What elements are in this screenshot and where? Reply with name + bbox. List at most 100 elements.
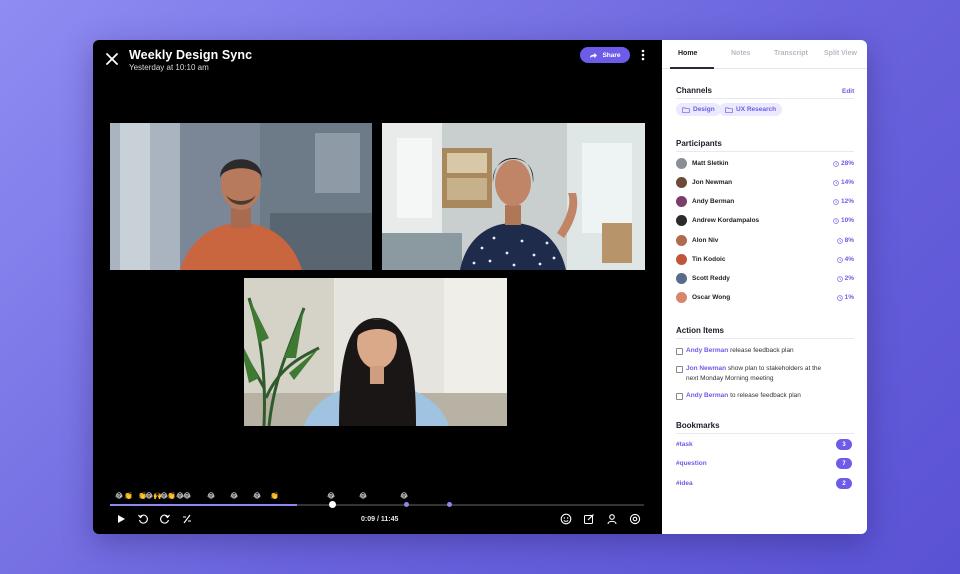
divider [676, 338, 854, 339]
clock-icon [833, 198, 839, 205]
meeting-title: Weekly Design Sync [129, 48, 253, 62]
channel-chip-design[interactable]: Design [676, 103, 721, 116]
timeline-playhead[interactable] [328, 501, 336, 508]
action-item: Jon Newman show plan to stakeholders at … [676, 364, 856, 386]
reaction-emoji[interactable]: 👏 [270, 493, 279, 501]
reaction-emoji[interactable]: 😂 [145, 493, 153, 501]
tab-notes[interactable]: Notes [731, 50, 750, 57]
participant-name: Matt Sletkin [692, 160, 729, 167]
bookmark-count-badge: 7 [836, 458, 852, 469]
talk-time-percent: 14% [833, 179, 854, 186]
video-tile-participant[interactable] [382, 123, 645, 270]
tab-transcript[interactable]: Transcript [774, 50, 808, 57]
assignee-link[interactable]: Andy Berman [686, 347, 728, 354]
action-item: Andy Berman to release feedback plan [676, 391, 856, 403]
talk-time-percent: 2% [836, 275, 854, 282]
bookmark-tag: #task [676, 441, 693, 448]
more-options-icon[interactable] [640, 48, 646, 62]
talk-time-percent: 1% [836, 294, 854, 301]
participant-name: Andy Berman [692, 198, 735, 205]
timeline-marker[interactable] [404, 502, 409, 507]
participant-row[interactable]: Matt Sletkin 28% [676, 158, 854, 170]
action-item-checkbox[interactable] [676, 348, 683, 355]
reaction-emoji[interactable]: 😂 [183, 493, 191, 501]
tab-home[interactable]: Home [678, 50, 697, 57]
participant-row[interactable]: Alon Niv 8% [676, 235, 854, 247]
action-description: to release feedback plan [728, 392, 801, 399]
avatar [676, 177, 687, 188]
video-panel[interactable]: Weekly Design Sync Yesterday at 10:10 am… [93, 40, 662, 534]
talk-time-percent: 4% [836, 256, 854, 263]
participant-video-image [110, 123, 372, 270]
avatar [676, 292, 687, 303]
bookmark-row[interactable]: #question 7 [676, 458, 854, 470]
bookmark-row[interactable]: #task 3 [676, 439, 854, 451]
assignee-link[interactable]: Jon Newman [686, 365, 726, 372]
reaction-emoji[interactable]: 😂 [253, 493, 261, 501]
percent-value: 10% [840, 217, 854, 224]
close-icon[interactable] [105, 52, 119, 66]
play-icon[interactable] [115, 513, 127, 525]
reaction-emoji[interactable]: 😂 [359, 493, 367, 501]
edit-channels-link[interactable]: Edit [842, 88, 854, 95]
participant-row[interactable]: Andy Berman 12% [676, 196, 854, 208]
share-icon [590, 52, 598, 58]
reaction-emoji[interactable]: 😂 [230, 493, 238, 501]
reaction-emoji[interactable]: 👏 [167, 493, 176, 501]
playback-speed-icon[interactable] [181, 513, 193, 525]
participant-name: Scott Reddy [692, 275, 730, 282]
settings-icon[interactable] [629, 513, 641, 525]
tab-split-view[interactable]: Split View [824, 50, 857, 57]
action-item: Andy Berman release feedback plan [676, 346, 856, 358]
time-readout: 0:09 / 11:45 [361, 516, 399, 523]
bookmark-count-badge: 3 [836, 439, 852, 450]
talk-time-percent: 12% [833, 198, 854, 205]
edit-note-icon[interactable] [583, 513, 595, 525]
action-item-checkbox[interactable] [676, 366, 683, 373]
action-item-checkbox[interactable] [676, 393, 683, 400]
participant-row[interactable]: Scott Reddy 2% [676, 273, 854, 285]
timeline-progress [110, 504, 297, 506]
assignee-link[interactable]: Andy Berman [686, 392, 728, 399]
percent-value: 8% [844, 237, 854, 244]
reaction-emoji[interactable]: 😂 [400, 493, 408, 501]
divider [676, 151, 854, 152]
reaction-emoji[interactable]: 😂 [115, 493, 123, 501]
panel-tabs: Home Notes Transcript Split View [662, 40, 867, 69]
participant-row[interactable]: Oscar Wong 1% [676, 292, 854, 304]
video-tile-participant[interactable] [244, 278, 507, 426]
participant-row[interactable]: Andrew Kordampalos 10% [676, 215, 854, 227]
timeline-scrubber[interactable] [110, 501, 644, 508]
participant-video-image [382, 123, 645, 270]
divider [676, 433, 854, 434]
reaction-emoji[interactable]: 😂 [207, 493, 215, 501]
emoji-reaction-icon[interactable] [560, 513, 572, 525]
channel-chip-ux-research[interactable]: UX Research [719, 103, 783, 116]
reaction-emoji[interactable]: 👏 [124, 493, 133, 501]
timeline-marker[interactable] [447, 502, 452, 507]
rewind-icon[interactable] [137, 513, 149, 525]
reaction-emoji[interactable]: 😂 [327, 493, 335, 501]
fast-forward-icon[interactable] [159, 513, 171, 525]
share-button[interactable]: Share [580, 47, 630, 63]
avatar [676, 254, 687, 265]
avatar [676, 235, 687, 246]
participant-row[interactable]: Jon Newman 14% [676, 177, 854, 189]
details-side-panel: Home Notes Transcript Split View Channel… [662, 40, 867, 534]
person-icon[interactable] [606, 513, 618, 525]
clock-icon [833, 160, 839, 167]
percent-value: 4% [844, 256, 854, 263]
participant-row[interactable]: Tin Kodoic 4% [676, 254, 854, 266]
clock-icon [836, 237, 843, 244]
bookmarks-heading: Bookmarks [676, 421, 720, 430]
video-tile-participant[interactable] [110, 123, 372, 270]
folder-icon [682, 107, 690, 113]
participant-name: Alon Niv [692, 237, 719, 244]
percent-value: 2% [844, 275, 854, 282]
bookmark-row[interactable]: #idea 2 [676, 478, 854, 490]
percent-value: 12% [840, 198, 854, 205]
action-item-text: Jon Newman show plan to stakeholders at … [686, 364, 826, 384]
percent-value: 1% [844, 294, 854, 301]
participant-video-image [244, 278, 507, 426]
action-item-text: Andy Berman to release feedback plan [686, 391, 856, 401]
